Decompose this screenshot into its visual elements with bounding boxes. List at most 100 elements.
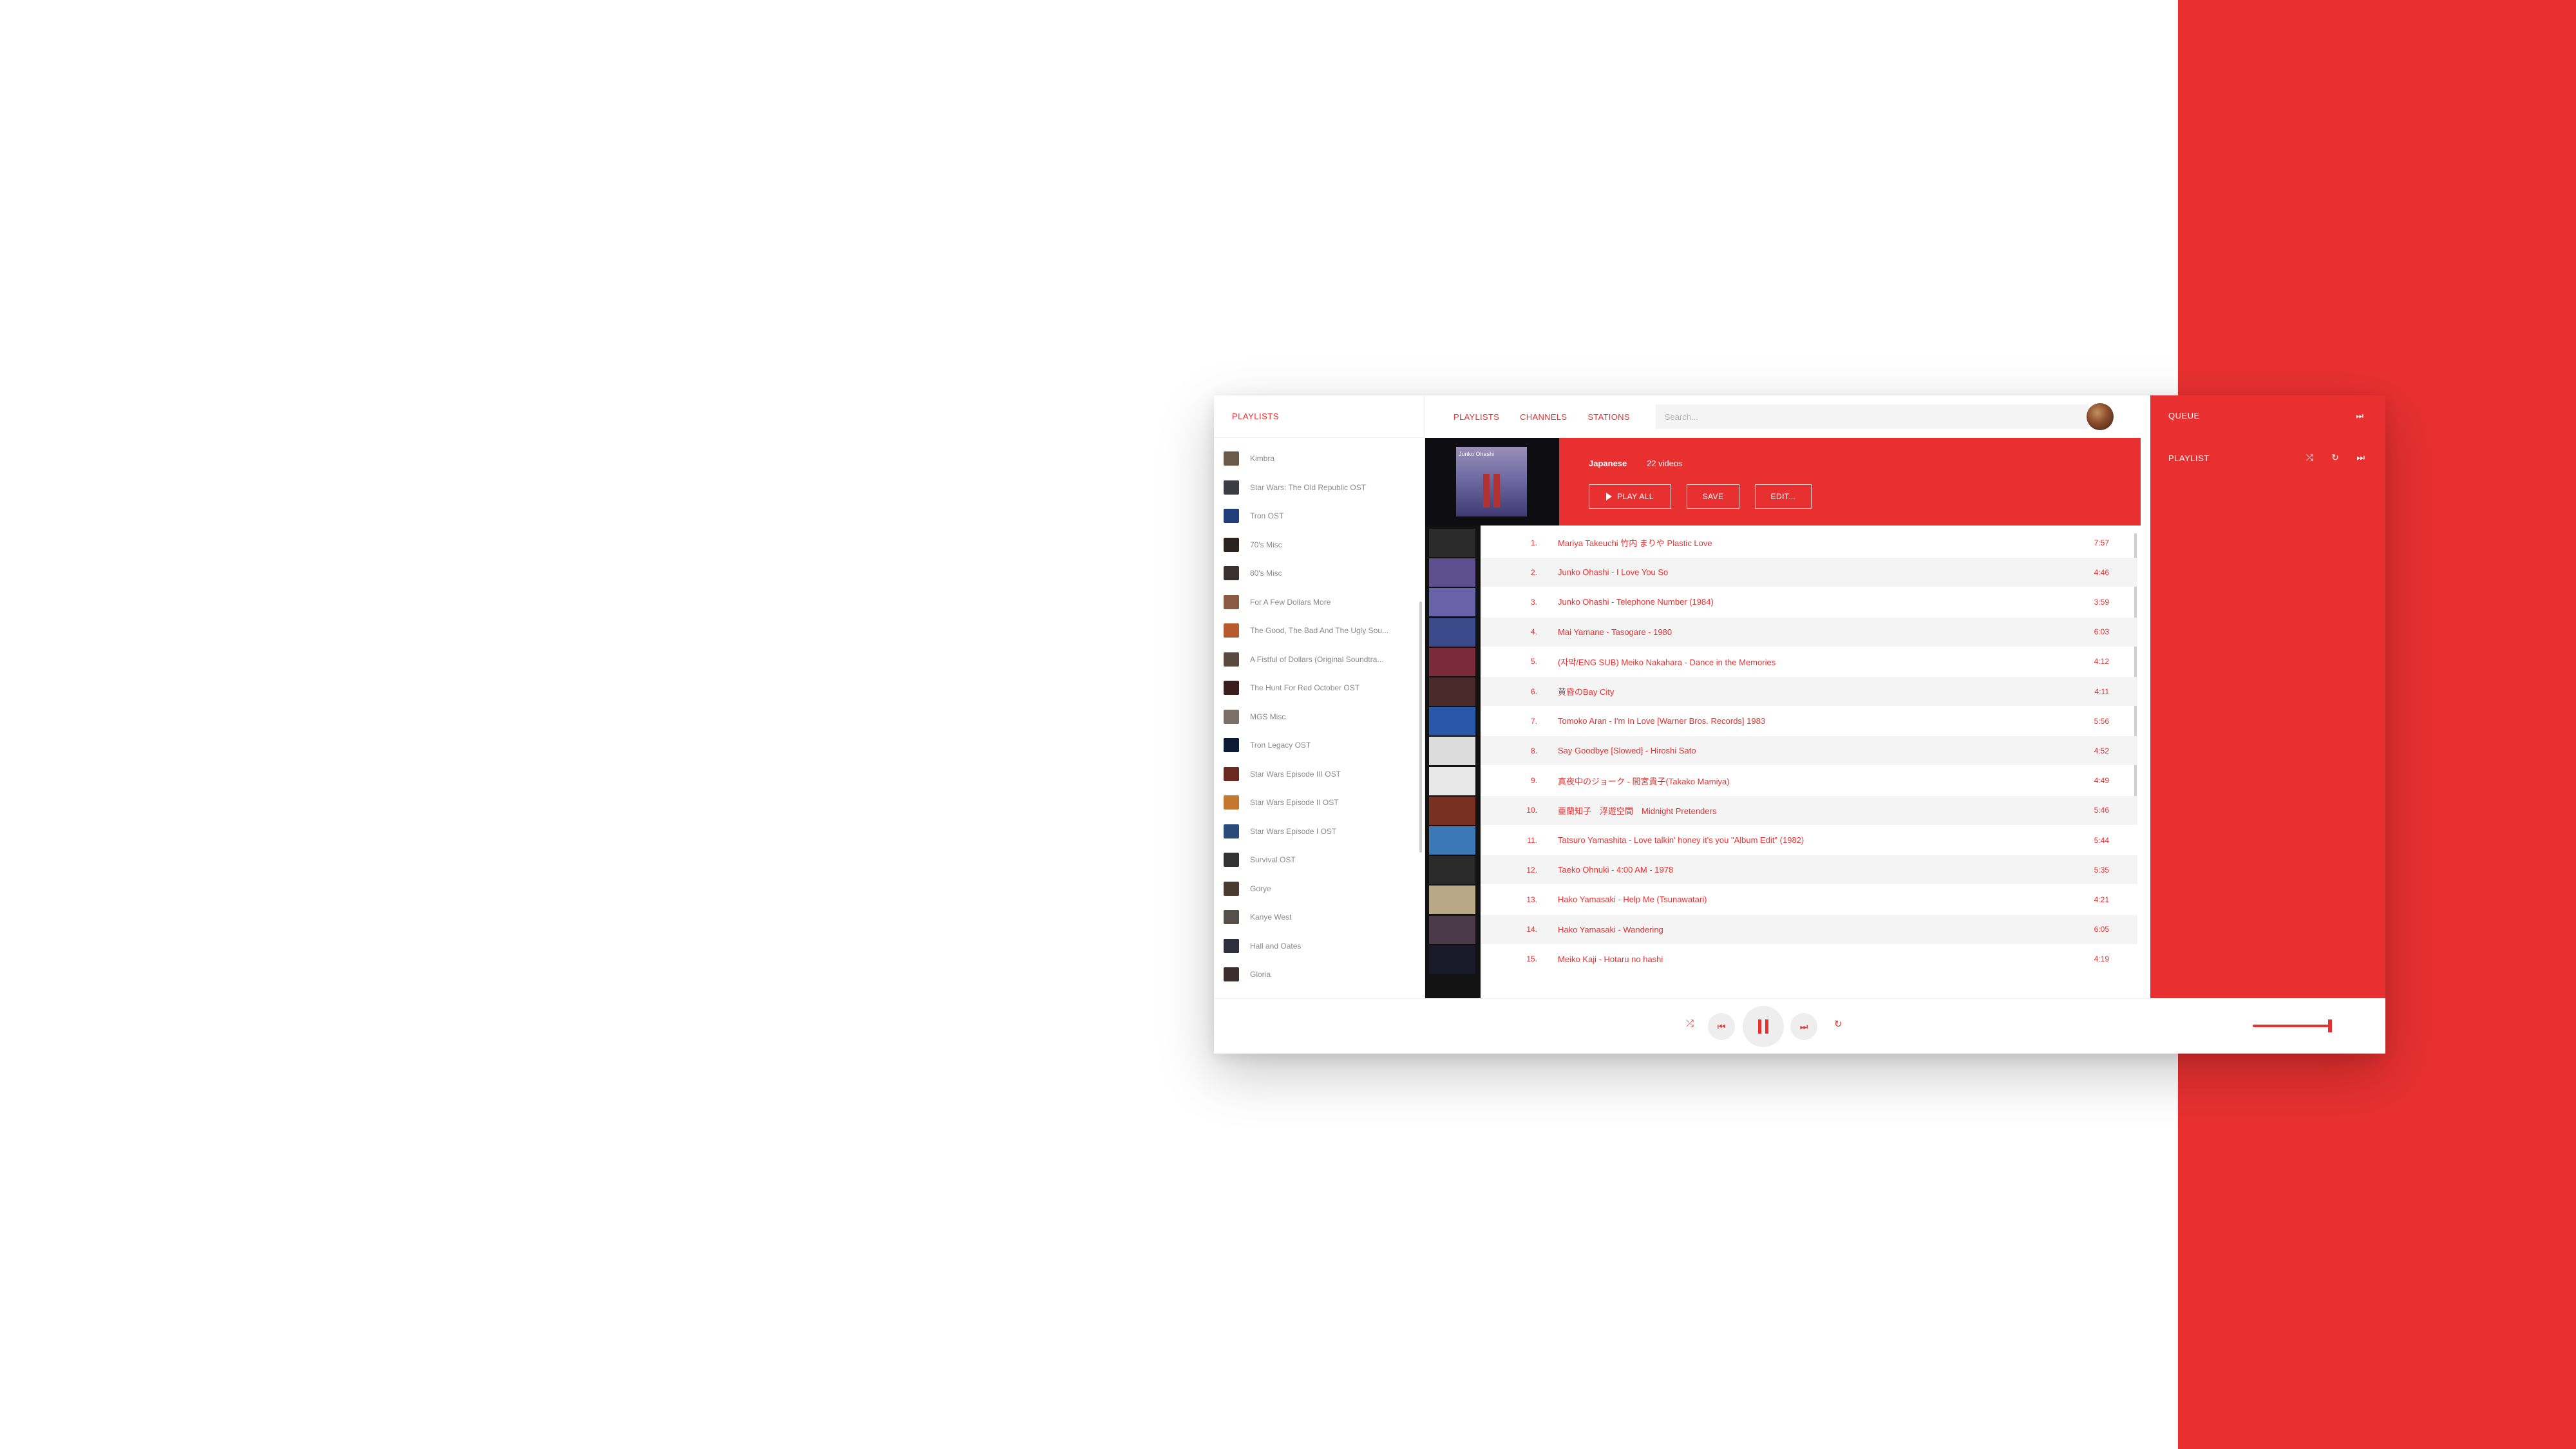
sidebar-item[interactable]: A Fistful of Dollars (Original Soundtra.… — [1214, 645, 1425, 674]
sidebar-item[interactable]: 80's Misc — [1214, 559, 1425, 588]
queue-next-icon[interactable]: ⏭ — [2356, 452, 2365, 463]
volume-knob[interactable] — [2328, 1019, 2332, 1032]
track-row[interactable]: 1. Mariya Takeuchi 竹内 まりや Plastic Love 7:5… — [1481, 528, 2137, 557]
playlist-thumbnail — [1224, 766, 1239, 781]
play-all-button[interactable]: PLAY ALL — [1589, 484, 1671, 509]
track-title: 真夜中のジョーク - 間宮貴子(Takako Mamiya) — [1558, 776, 1730, 786]
tab-playlists[interactable]: PLAYLISTS — [1454, 412, 1499, 422]
save-button[interactable]: SAVE — [1687, 484, 1739, 509]
queue-panel: QUEUE ⏭ PLAYLIST ⤮ ↻ ⏭ — [2150, 395, 2385, 998]
volume-slider[interactable] — [2253, 1025, 2331, 1027]
sidebar-item-label: Kimbra — [1250, 454, 1275, 464]
album-cover-image: Junko Ohashi — [1456, 447, 1527, 516]
sidebar-item-label: 70's Misc — [1250, 540, 1282, 549]
track-row[interactable]: 4. Mai Yamane - Tasogare - 1980 6:03 — [1481, 617, 2137, 647]
sidebar-item[interactable]: The Hunt For Red October OST — [1214, 674, 1425, 703]
playlists-sidebar: PLAYLISTS Kimbra Star Wars: The Old Repub… — [1214, 395, 1425, 998]
track-duration: 4:12 — [2094, 657, 2109, 667]
repeat-icon[interactable]: ↻ — [1834, 1018, 1842, 1030]
playlist-thumbnail — [1224, 738, 1239, 753]
sidebar-item[interactable]: 70's Misc — [1214, 531, 1425, 560]
track-row[interactable]: 5. (자막/ENG SUB) Meiko Nakahara - Dance in… — [1481, 647, 2137, 676]
track-title: Say Goodbye [Slowed] - Hiroshi Sato — [1558, 746, 1696, 756]
next-button[interactable]: ⏭ — [1790, 1013, 1817, 1040]
track-thumbnail — [1429, 588, 1475, 617]
track-row[interactable]: 8. Say Goodbye [Slowed] - Hiroshi Sato 4:5… — [1481, 736, 2137, 766]
track-row[interactable]: 11. Tatsuro Yamashita - Love talkin' hone… — [1481, 826, 2137, 855]
tab-channels[interactable]: CHANNELS — [1520, 412, 1567, 422]
sidebar-item-label: The Hunt For Red October OST — [1250, 683, 1360, 693]
sidebar-item[interactable]: Star Wars Episode I OST — [1214, 817, 1425, 846]
track-row[interactable]: 14. Hako Yamasaki - Wandering 6:05 — [1481, 914, 2137, 944]
track-row[interactable]: 2. Junko Ohashi - I Love You So 4:46 — [1481, 558, 2137, 587]
track-row[interactable]: 10. 亜蘭知子 浮遊空間 Midnight Pretenders 5:46 — [1481, 795, 2137, 825]
track-number: 14. — [1526, 925, 1537, 934]
queue-repeat-icon[interactable]: ↻ — [2331, 452, 2339, 463]
track-row[interactable]: 3. Junko Ohashi - Telephone Number (1984)… — [1481, 587, 2137, 616]
track-title: 亜蘭知子 浮遊空間 Midnight Pretenders — [1558, 806, 1717, 816]
sidebar-item[interactable]: Hall and Oates — [1214, 932, 1425, 961]
playlist-thumbnail — [1224, 451, 1239, 466]
tab-stations[interactable]: STATIONS — [1587, 412, 1629, 422]
pause-button[interactable] — [1743, 1006, 1784, 1047]
sidebar-item-label: The Good, The Bad And The Ugly Sou... — [1250, 626, 1389, 636]
track-thumbnail — [1429, 826, 1475, 855]
sidebar-scrollbar[interactable] — [1419, 601, 1422, 853]
track-row[interactable]: 12. Taeko Ohnuki - 4:00 AM - 1978 5:35 — [1481, 855, 2137, 885]
playlist-name: Japanese — [1589, 459, 1627, 468]
sidebar-item[interactable]: The Good, The Bad And The Ugly Sou... — [1214, 616, 1425, 645]
sidebar-item[interactable]: Survival OST — [1214, 846, 1425, 875]
track-title: (자막/ENG SUB) Meiko Nakahara - Dance in t… — [1558, 657, 1776, 667]
sidebar-item-label: Star Wars Episode III OST — [1250, 769, 1341, 779]
sidebar-item[interactable]: Star Wars Episode II OST — [1214, 788, 1425, 817]
sidebar-item[interactable]: Tron Legacy OST — [1214, 731, 1425, 760]
track-row[interactable]: 9. 真夜中のジョーク - 間宮貴子(Takako Mamiya) 4:49 — [1481, 766, 2137, 795]
player-bar: ⤮ ⏮ ⏭ ↻ — [1214, 998, 2385, 1054]
sidebar-item-label: Gorye — [1250, 884, 1271, 893]
playlist-thumbnail — [1224, 537, 1239, 552]
queue-title: QUEUE — [2168, 411, 2200, 421]
track-duration: 5:44 — [2094, 835, 2109, 845]
sidebar-item[interactable]: Star Wars: The Old Republic OST — [1214, 473, 1425, 502]
top-navigation: PLAYLISTS CHANNELS STATIONS — [1425, 395, 2141, 438]
track-thumbnail-column — [1425, 526, 1481, 998]
track-row[interactable]: 6. 黄昏のBay City 4:11 — [1481, 677, 2137, 706]
track-number: 6. — [1530, 687, 1537, 696]
track-number: 10. — [1526, 806, 1537, 815]
cover-tower-right — [1493, 474, 1500, 507]
previous-button[interactable]: ⏮ — [1708, 1013, 1735, 1040]
track-number: 13. — [1526, 895, 1537, 904]
playlist-thumbnail — [1224, 910, 1239, 925]
user-avatar[interactable] — [2087, 403, 2114, 430]
track-number: 11. — [1527, 835, 1537, 845]
sidebar-item[interactable]: Kanye West — [1214, 903, 1425, 932]
search-input[interactable] — [1655, 404, 2088, 429]
track-title: Hako Yamasaki - Help Me (Tsunawatari) — [1558, 895, 1707, 905]
sidebar-item[interactable]: For A Few Dollars More — [1214, 588, 1425, 617]
track-title: Junko Ohashi - I Love You So — [1558, 567, 1669, 578]
queue-shuffle-icon[interactable]: ⤮ — [2306, 452, 2313, 463]
track-duration: 4:19 — [2094, 954, 2109, 964]
edit-button[interactable]: EDIT... — [1755, 484, 1812, 509]
queue-skip-icon[interactable]: ⏭ — [2356, 411, 2363, 421]
sidebar-item[interactable]: Gloria — [1214, 960, 1425, 989]
track-title: Meiko Kaji - Hotaru no hashi — [1558, 954, 1663, 964]
cover-tower-left — [1483, 474, 1490, 507]
track-title: Tomoko Aran - I'm In Love [Warner Bros. … — [1558, 716, 1766, 726]
sidebar-item[interactable]: Gorye — [1214, 875, 1425, 904]
playlist-thumbnail — [1224, 480, 1239, 495]
shuffle-icon[interactable]: ⤮ — [1686, 1018, 1694, 1029]
track-duration: 4:21 — [2094, 895, 2109, 904]
track-number: 9. — [1530, 776, 1537, 786]
sidebar-item[interactable]: Kimbra — [1214, 444, 1425, 473]
track-row[interactable]: 15. Meiko Kaji - Hotaru no hashi 4:19 — [1481, 945, 2137, 974]
track-duration: 4:52 — [2094, 746, 2109, 755]
track-row[interactable]: 13. Hako Yamasaki - Help Me (Tsunawatari)… — [1481, 885, 2137, 914]
sidebar-item[interactable]: MGS Misc — [1214, 703, 1425, 732]
track-thumbnail — [1429, 529, 1475, 557]
playlist-header: Junko Ohashi Japanese 22 videos PLAY ALL… — [1425, 438, 2141, 526]
track-thumbnail — [1429, 886, 1475, 914]
track-row[interactable]: 7. Tomoko Aran - I'm In Love [Warner Bros… — [1481, 706, 2137, 735]
sidebar-item[interactable]: Tron OST — [1214, 502, 1425, 531]
sidebar-item[interactable]: Star Wars Episode III OST — [1214, 760, 1425, 789]
